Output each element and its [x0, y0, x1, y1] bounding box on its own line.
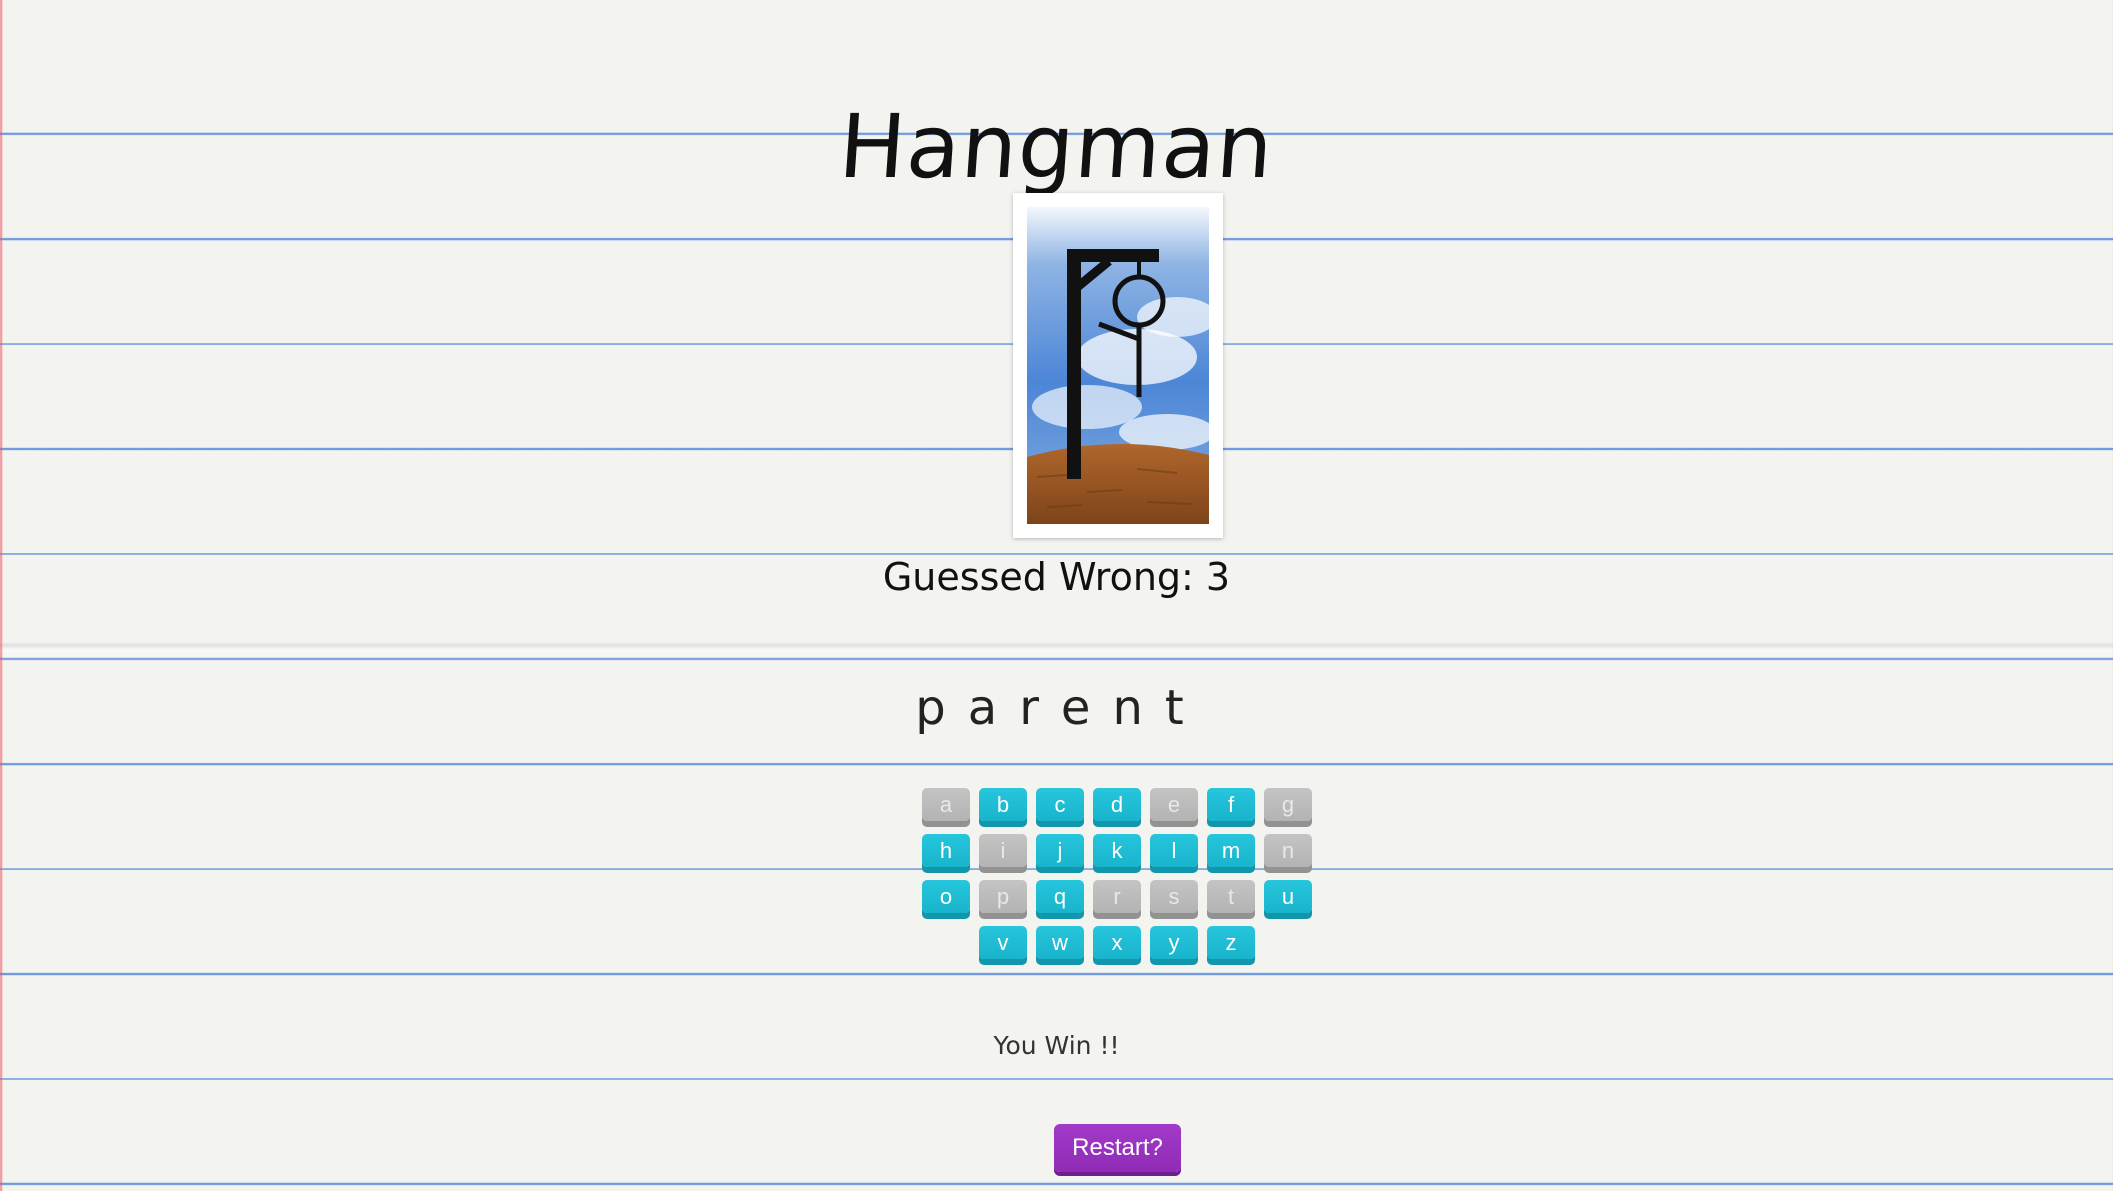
word-letter: a [967, 680, 1012, 736]
letter-key-s: s [1150, 880, 1198, 913]
letter-key-z[interactable]: z [1207, 926, 1255, 959]
letter-key-t: t [1207, 880, 1255, 913]
keyboard-row: hijklmn [922, 834, 1316, 873]
letter-key-i: i [979, 834, 1027, 867]
letter-key-j[interactable]: j [1036, 834, 1084, 867]
letter-key-a: a [922, 788, 970, 821]
page-title: Hangman [835, 94, 1278, 198]
gallows-illustration [1027, 207, 1209, 524]
letter-keyboard: abcdefg hijklmn opqrstu vwxyz [922, 788, 1316, 972]
letter-key-u[interactable]: u [1264, 880, 1312, 913]
word-letter: e [1060, 680, 1105, 736]
letter-key-o[interactable]: o [922, 880, 970, 913]
letter-key-e: e [1150, 788, 1198, 821]
letter-key-k[interactable]: k [1093, 834, 1141, 867]
wrong-guess-counter: Guessed Wrong: 3 [882, 555, 1231, 599]
hangman-picture [1013, 193, 1223, 538]
letter-key-g: g [1264, 788, 1312, 821]
letter-key-h[interactable]: h [922, 834, 970, 867]
letter-key-v[interactable]: v [979, 926, 1027, 959]
letter-key-x[interactable]: x [1093, 926, 1141, 959]
keyboard-row: abcdefg [922, 788, 1316, 827]
letter-key-c[interactable]: c [1036, 788, 1084, 821]
letter-key-d[interactable]: d [1093, 788, 1141, 821]
restart-button[interactable]: Restart? [1054, 1124, 1181, 1172]
gallows-beam [1067, 249, 1159, 262]
cloud [1032, 385, 1142, 429]
result-message: You Win !! [993, 1031, 1120, 1060]
letter-key-m[interactable]: m [1207, 834, 1255, 867]
word-letter: p [915, 680, 960, 736]
letter-key-b[interactable]: b [979, 788, 1027, 821]
word-letter: n [1112, 680, 1157, 736]
hill [1027, 443, 1209, 524]
revealed-word: parent [0, 680, 2113, 736]
letter-key-q[interactable]: q [1036, 880, 1084, 913]
letter-key-p: p [979, 880, 1027, 913]
word-letter: t [1164, 680, 1198, 736]
game-stage: Hangman Guessed Wrong: 3 p a r e n t a b… [0, 0, 2113, 1191]
word-letter: r [1019, 680, 1053, 736]
keyboard-row: vwxyz [922, 926, 1316, 965]
letter-key-f[interactable]: f [1207, 788, 1255, 821]
letter-key-y[interactable]: y [1150, 926, 1198, 959]
keyboard-row: opqrstu [922, 880, 1316, 919]
letter-key-r: r [1093, 880, 1141, 913]
letter-key-n: n [1264, 834, 1312, 867]
letter-key-l[interactable]: l [1150, 834, 1198, 867]
letter-key-w[interactable]: w [1036, 926, 1084, 959]
